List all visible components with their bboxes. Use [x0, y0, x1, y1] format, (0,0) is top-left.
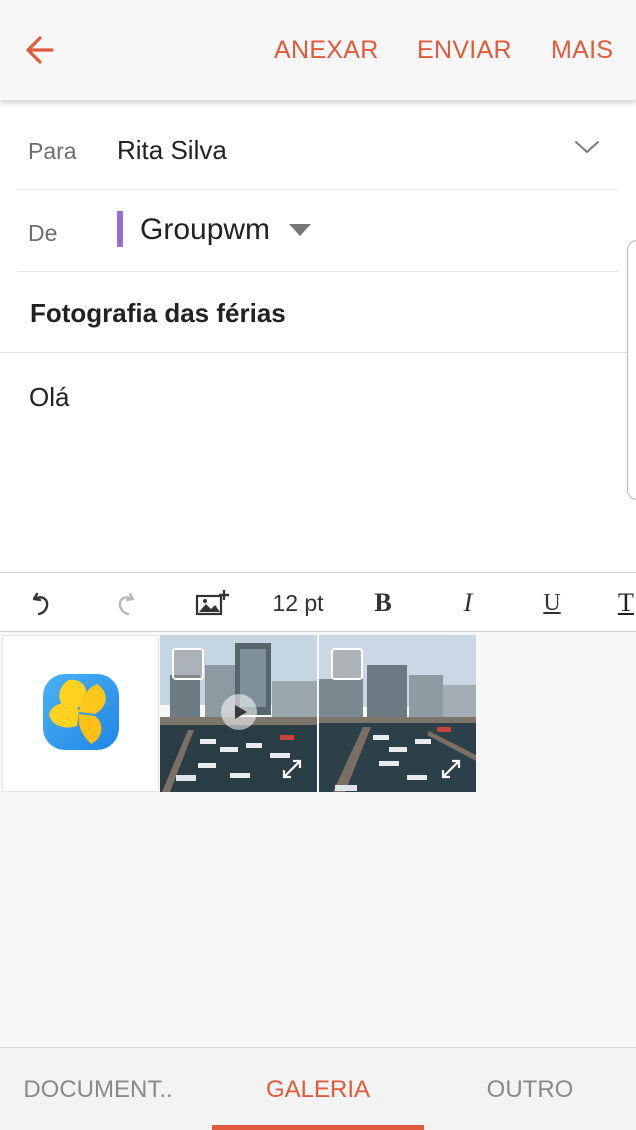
chevron-down-icon [575, 141, 599, 154]
compose-form: Para Rita Silva De Groupwm Fotografia da… [0, 100, 636, 572]
expand-icon [441, 759, 461, 779]
insert-image-button[interactable] [190, 573, 234, 633]
send-button[interactable]: ENVIAR [417, 36, 512, 65]
redo-button[interactable] [105, 573, 145, 633]
undo-button[interactable] [22, 573, 62, 633]
play-button[interactable] [220, 693, 258, 731]
back-button[interactable] [20, 30, 64, 70]
active-tab-indicator [212, 1125, 424, 1130]
play-icon [221, 694, 257, 730]
redo-icon [118, 592, 135, 616]
underline-button[interactable]: U [534, 573, 570, 633]
message-body-text: Olá [29, 382, 70, 412]
subject-text: Fotografia das férias [30, 298, 286, 328]
expand-recipients-button[interactable] [574, 138, 600, 156]
more-button[interactable]: MAIS [551, 36, 613, 65]
select-checkbox[interactable] [172, 648, 204, 680]
arrow-left-icon [26, 36, 54, 64]
tab-documents[interactable]: DOCUMENT.. [8, 1048, 188, 1130]
undo-icon [32, 592, 49, 616]
select-checkbox[interactable] [331, 648, 363, 680]
message-body[interactable]: Olá [0, 353, 636, 572]
text-color-button[interactable]: T [618, 573, 636, 633]
video-thumbnail[interactable] [160, 635, 317, 792]
edge-panel-handle[interactable] [627, 240, 636, 500]
account-dropdown-button[interactable] [288, 223, 312, 237]
app-bar: ANEXAR ENVIAR MAIS [0, 0, 636, 100]
sender-account[interactable]: Groupwm [140, 213, 270, 247]
italic-button[interactable]: I [450, 573, 486, 633]
subject-field[interactable]: Fotografia das férias [0, 272, 636, 353]
caret-down-icon [289, 224, 311, 236]
tab-gallery[interactable]: GALERIA [212, 1048, 424, 1130]
account-color-bar [117, 211, 123, 247]
attach-button[interactable]: ANEXAR [274, 36, 379, 65]
tab-other[interactable]: OUTRO [440, 1048, 620, 1130]
insert-image-icon [195, 590, 229, 616]
font-size-button[interactable]: 12 pt [262, 573, 334, 633]
gallery-panel [0, 632, 636, 1047]
expand-button[interactable] [440, 758, 462, 780]
gallery-app-tile[interactable] [2, 635, 159, 792]
from-label: De [28, 220, 58, 246]
to-label: Para [28, 138, 77, 164]
attachment-source-tabs: DOCUMENT.. GALERIA OUTRO [0, 1047, 636, 1130]
recipient-row[interactable]: Para Rita Silva [18, 108, 618, 190]
format-toolbar: 12 pt B I U T [0, 572, 636, 632]
sender-row[interactable]: De Groupwm [18, 190, 618, 272]
expand-button[interactable] [281, 758, 303, 780]
bold-button[interactable]: B [365, 573, 401, 633]
gallery-app-icon [43, 674, 119, 750]
photo-thumbnail[interactable] [319, 635, 476, 792]
recipient-chip[interactable]: Rita Silva [117, 135, 227, 166]
expand-icon [282, 759, 302, 779]
